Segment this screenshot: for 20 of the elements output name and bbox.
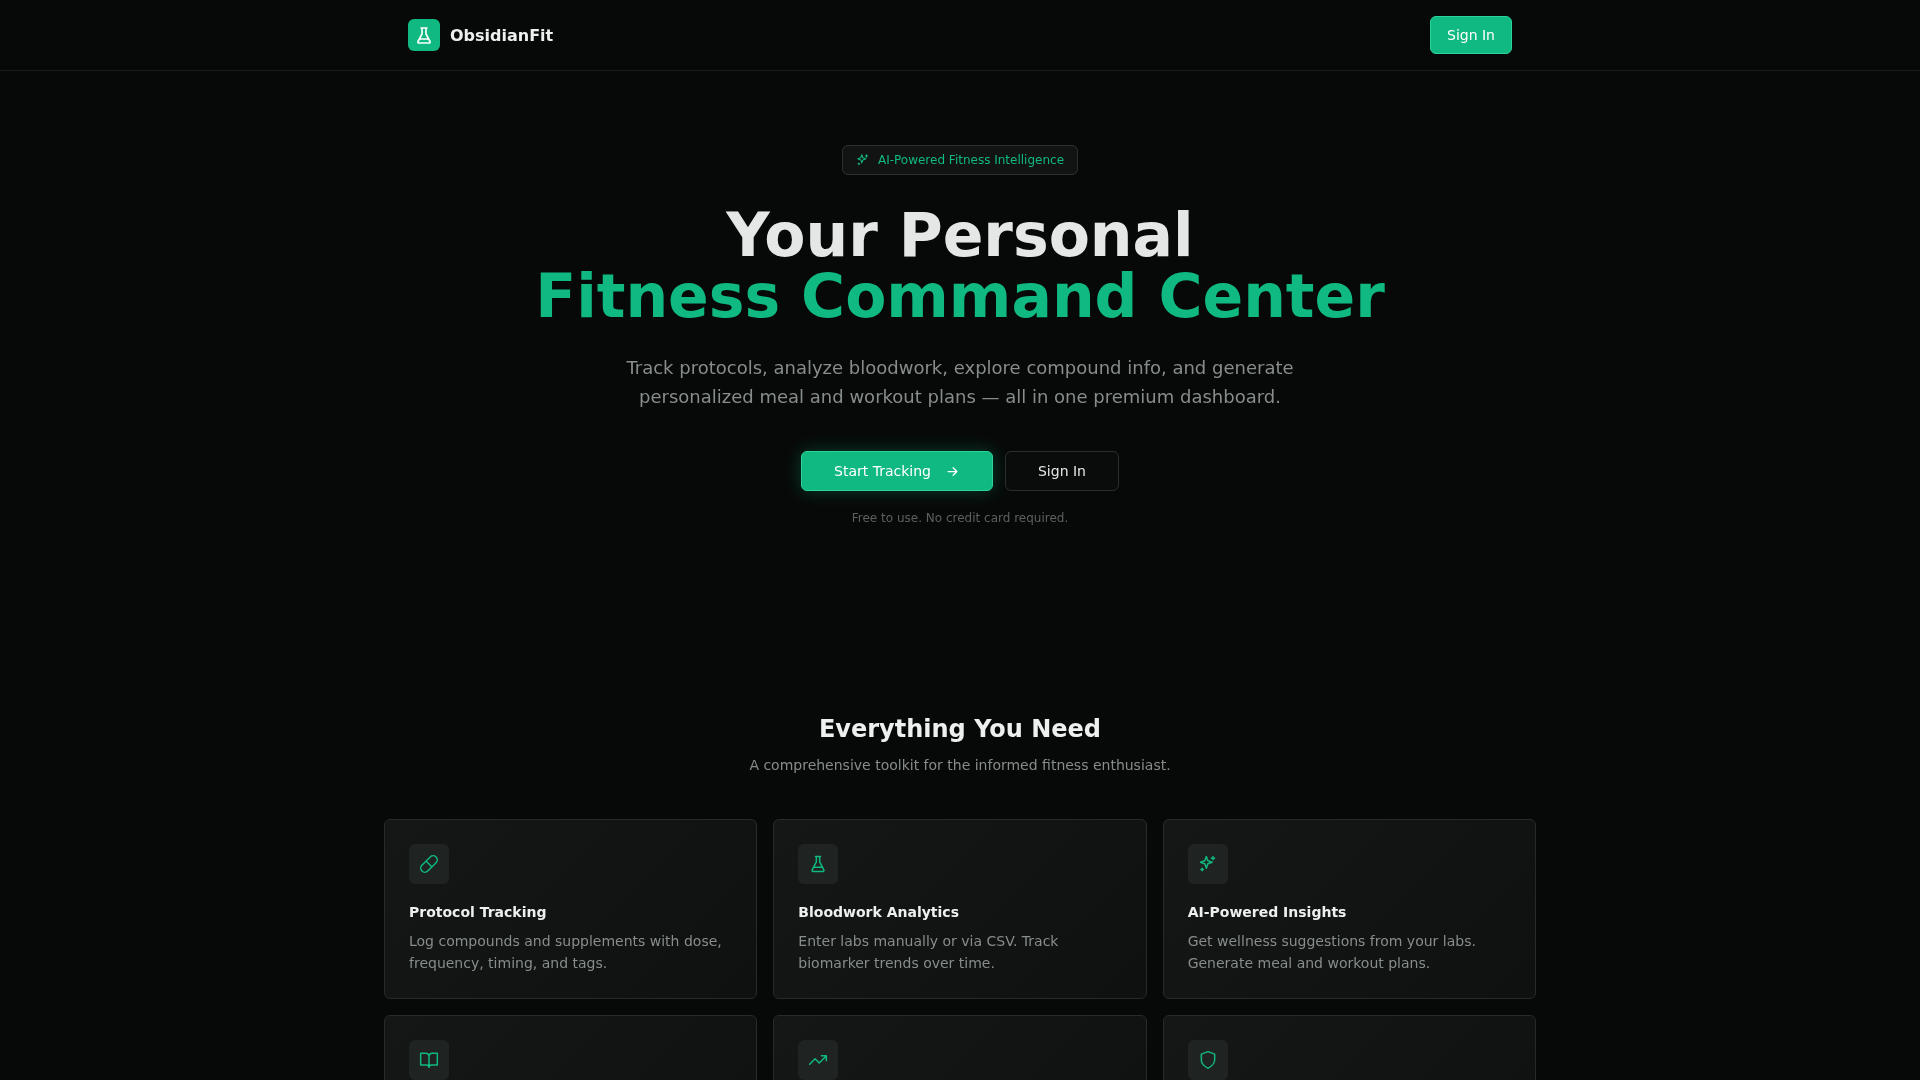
flask-logo-icon bbox=[408, 19, 440, 51]
card-title: Protocol Tracking bbox=[409, 904, 548, 920]
sign-in-button[interactable]: Sign In bbox=[1004, 451, 1119, 491]
section-title: Everything You Need bbox=[818, 715, 1102, 743]
hero-note: Free to use. No credit card required. bbox=[851, 511, 1069, 525]
sparkles-icon bbox=[855, 153, 870, 167]
brand-name[interactable]: ObsidianFit bbox=[450, 25, 554, 45]
card-title: Bloodwork Analytics bbox=[798, 904, 960, 920]
hero-title-highlight: Fitness Command Center bbox=[535, 266, 1385, 327]
section-subtitle: A comprehensive toolkit for the informed fitness enthusiast. bbox=[749, 757, 1171, 773]
pill-icon bbox=[419, 854, 439, 874]
hero-subtitle: Track protocols, analyze bloodwork, explore compound info, and generate personalized meal and workout plans — all in one premium dashboard. bbox=[625, 356, 1295, 409]
hero-title: Your Personal bbox=[726, 205, 1194, 266]
card-description: Log compounds and supplements with dose, frequency, timing, and tags. bbox=[409, 932, 723, 973]
sparkles-icon bbox=[1197, 854, 1218, 874]
badge-text: AI-Powered Fitness Intelligence bbox=[877, 153, 1065, 167]
book-icon bbox=[419, 1050, 439, 1070]
card-title: AI-Powered Insights bbox=[1187, 904, 1348, 920]
card-description: Enter labs manually or via CSV. Track biomarker trends over time. bbox=[798, 932, 1060, 973]
card-description: Get wellness suggestions from your labs. Generate meal and workout plans. bbox=[1187, 932, 1477, 973]
